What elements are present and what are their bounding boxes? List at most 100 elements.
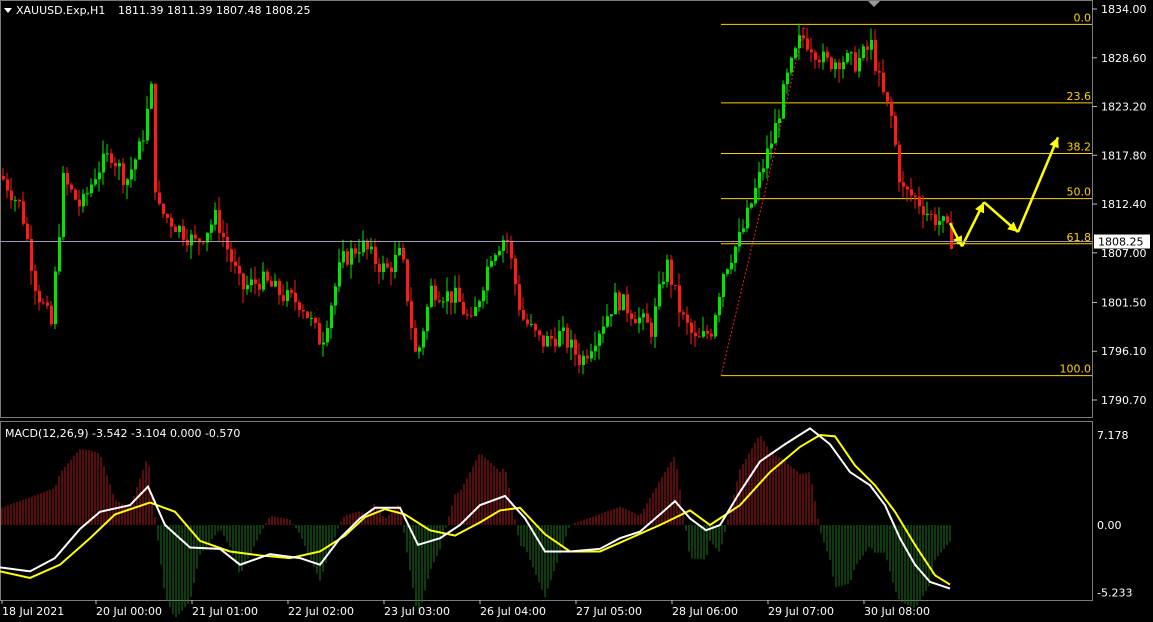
bull-candle: [62, 172, 65, 238]
bear-candle: [294, 292, 297, 303]
bear-candle: [254, 279, 257, 284]
bear-candle: [886, 92, 889, 102]
bull-candle: [54, 271, 57, 325]
bear-candle: [314, 317, 317, 323]
bear-candle: [646, 313, 649, 323]
bull-candle: [94, 179, 97, 185]
price-axis: 1834.00 1828.60 1823.20 1817.80 1812.40 1807.…: [1092, 3, 1147, 407]
price-axis-label: 1812.40: [1101, 198, 1147, 211]
bull-candle: [98, 172, 101, 180]
bull-candle: [782, 84, 785, 119]
bull-candle: [86, 193, 89, 195]
bear-candle: [910, 189, 913, 196]
bull-candle: [486, 266, 489, 291]
bear-candle: [814, 52, 817, 60]
bear-candle: [30, 238, 33, 271]
bull-candle: [446, 291, 449, 302]
bear-candle: [218, 209, 221, 233]
time-axis-label: 18 Jul 2021: [2, 605, 64, 618]
bear-candle: [234, 261, 237, 266]
bear-candle: [174, 226, 177, 233]
bull-candle: [422, 331, 425, 348]
macd-axis-label: 7.178: [1097, 429, 1129, 442]
bull-candle: [394, 254, 397, 272]
bear-candle: [650, 322, 653, 337]
bull-candle: [498, 250, 501, 256]
bull-candle: [786, 72, 789, 85]
scroll-marker-icon[interactable]: [868, 1, 880, 7]
time-axis-label: 30 Jul 08:00: [864, 605, 930, 618]
bear-candle: [22, 201, 25, 224]
bear-candle: [410, 301, 413, 329]
bear-candle: [618, 292, 621, 311]
bear-candle: [586, 355, 589, 359]
macd-label: MACD(12,26,9) -3.542 -3.104 0.000 -0.570: [5, 427, 240, 440]
bear-candle: [182, 225, 185, 240]
bear-candle: [930, 213, 933, 215]
bull-candle: [570, 339, 573, 348]
bear-candle: [278, 280, 281, 296]
time-axis-label: 22 Jul 02:00: [288, 605, 354, 618]
bull-candle: [178, 225, 181, 233]
bear-candle: [878, 71, 881, 73]
bear-candle: [522, 310, 525, 320]
bull-candle: [210, 224, 213, 233]
fib-trendline[interactable]: [720, 24, 806, 376]
bull-candle: [842, 62, 845, 70]
macd-axis-label: 0.00: [1097, 519, 1122, 532]
bull-candle: [850, 52, 853, 54]
bear-candle: [450, 291, 453, 303]
bear-candle: [390, 267, 393, 272]
bear-candle: [10, 190, 13, 201]
bear-candle: [166, 214, 169, 218]
bear-candle: [2, 176, 5, 180]
bear-candle: [806, 38, 809, 50]
bear-candle: [386, 263, 389, 268]
bull-candle: [418, 347, 421, 352]
bull-candle: [562, 327, 565, 331]
bull-candle: [454, 287, 457, 303]
bull-candle: [214, 209, 217, 225]
bull-candle: [442, 301, 445, 303]
bull-candle: [330, 305, 333, 329]
bear-candle: [682, 312, 685, 315]
bull-candle: [138, 141, 141, 160]
bull-candle: [478, 301, 481, 307]
bear-candle: [402, 247, 405, 260]
forecast-arrow-segment[interactable]: [1016, 136, 1060, 233]
bull-candle: [774, 122, 777, 144]
time-axis-label: 27 Jul 05:00: [576, 605, 642, 618]
bear-candle: [306, 311, 309, 319]
bull-candle: [770, 143, 773, 149]
bear-candle: [470, 315, 473, 317]
bear-candle: [698, 336, 701, 338]
chart-menu-triangle-icon[interactable]: [4, 8, 12, 13]
bear-candle: [74, 189, 77, 200]
bear-candle: [922, 206, 925, 216]
bear-candle: [630, 313, 633, 320]
bull-candle: [190, 234, 193, 246]
bull-candle: [430, 285, 433, 307]
bear-candle: [186, 239, 189, 246]
bear-candle: [818, 59, 821, 63]
bull-candle: [594, 345, 597, 352]
bear-candle: [690, 322, 693, 333]
bull-candle: [82, 193, 85, 207]
fib-level-label: 0.0: [1074, 11, 1092, 24]
bull-candle: [858, 57, 861, 72]
bear-candle: [810, 49, 813, 53]
bull-candle: [714, 315, 717, 337]
price-axis-label: 1790.70: [1101, 394, 1147, 407]
price-axis-label: 1823.20: [1101, 101, 1147, 114]
bear-candle: [634, 319, 637, 324]
bear-candle: [678, 285, 681, 313]
bull-candle: [546, 335, 549, 347]
bear-candle: [266, 271, 269, 281]
bear-candle: [222, 232, 225, 237]
bull-candle: [494, 255, 497, 261]
bull-candle: [658, 284, 661, 307]
bull-candle: [926, 213, 929, 216]
bull-candle: [762, 168, 765, 173]
time-axis-label: 29 Jul 07:00: [768, 605, 834, 618]
bear-candle: [414, 328, 417, 352]
